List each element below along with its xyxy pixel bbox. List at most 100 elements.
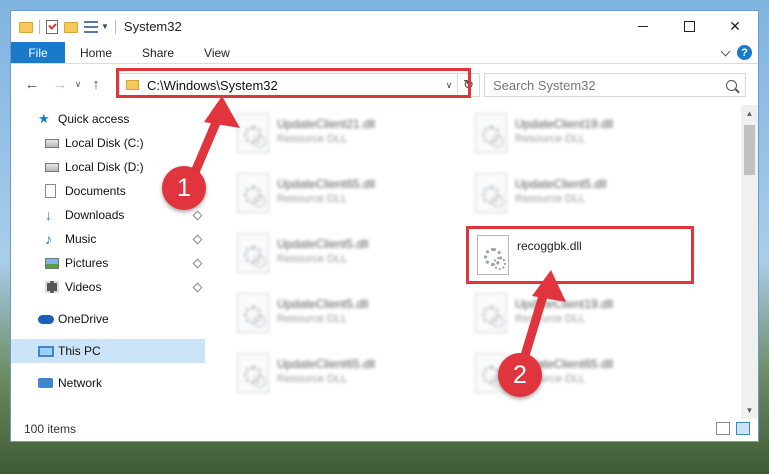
customize-toolbar-dropdown-icon[interactable]: ▼ [101,22,109,31]
tab-file[interactable]: File [11,42,65,63]
file-type: Resource DLL [515,133,586,145]
tab-view[interactable]: View [189,42,245,63]
maximize-button[interactable] [666,11,712,42]
recent-locations-dropdown[interactable]: ∨ [71,79,85,90]
dll-file-icon [237,113,269,153]
back-button[interactable]: ← [21,76,43,93]
close-button[interactable]: ✕ [712,11,758,42]
view-toggles [716,422,750,435]
dll-file-icon [475,293,507,333]
sidebar-item-this-pc[interactable]: This PC [11,339,205,363]
file-item[interactable]: UpdateClient5.dll Resource DLL [227,287,457,345]
step-1-marker: 1 [162,166,206,210]
title-bar: ▼ System32 ✕ [11,11,758,42]
sidebar-item-quick-access[interactable]: ★ Quick access [11,107,205,131]
new-folder-icon[interactable] [64,22,78,33]
folder-icon [19,22,33,33]
quick-access-toolbar: ▼ [11,19,116,34]
expand-ribbon-chevron-icon[interactable] [720,46,731,56]
download-icon: ↓ [45,207,52,223]
help-icon[interactable]: ? [737,45,752,60]
view-options-icon[interactable] [84,20,98,33]
vertical-scrollbar[interactable]: ▲ ▼ [741,105,758,419]
file-item[interactable]: UpdateClient65.dll Resource DLL [227,167,457,225]
music-icon: ♪ [45,231,52,247]
pictures-icon [45,257,59,269]
scroll-up-arrow-icon[interactable]: ▲ [741,105,758,122]
scrollbar-thumb[interactable] [744,125,755,175]
sidebar-item-onedrive[interactable]: OneDrive [11,307,205,331]
sidebar-item-label: Local Disk (C:) [65,136,144,150]
drive-icon [45,139,59,148]
dll-file-icon [237,293,269,333]
file-name: UpdateClient5.dll [277,297,369,311]
details-view-icon[interactable] [716,422,730,435]
sidebar-item-label: Music [65,232,97,246]
file-type: Resource DLL [277,373,348,385]
file-item[interactable]: UpdateClient5.dll Resource DLL [465,167,695,225]
search-icon[interactable] [726,79,737,91]
file-type: Resource DLL [277,133,348,145]
sidebar-item-music[interactable]: ♪ Music [11,227,205,251]
sidebar-item-label: Network [58,376,103,390]
window-title: System32 [123,19,182,34]
file-item[interactable]: UpdateClient19.dll Resource DLL [465,287,695,345]
toolbar-divider [39,19,40,34]
file-type: Resource DLL [277,313,348,325]
tab-home[interactable]: Home [65,42,127,63]
status-bar: 100 items [11,417,758,441]
ribbon-tabs: File Home Share View ? [11,42,758,64]
window-controls: ✕ [620,11,758,42]
ribbon-right-controls: ? [720,45,752,60]
file-name: UpdateClient5.dll [515,177,607,191]
pin-icon[interactable] [192,234,203,244]
sidebar-item-videos[interactable]: Videos [11,275,205,299]
step-2-marker: 2 [498,353,542,397]
dll-file-icon [237,233,269,273]
pin-icon[interactable] [192,282,203,292]
search-input[interactable]: Search System32 [493,78,596,93]
pin-icon[interactable] [192,258,203,268]
file-name: UpdateClient21.dll [277,117,376,131]
drive-icon [45,163,59,172]
search-box[interactable]: Search System32 [484,73,746,97]
pin-icon[interactable] [192,210,203,220]
file-name: UpdateClient19.dll [515,117,614,131]
address-bar-highlight [116,68,471,98]
toolbar-divider [114,19,116,34]
sidebar-item-label: Local Disk (D:) [65,160,144,174]
dll-file-icon [475,113,507,153]
tab-share[interactable]: Share [127,42,189,63]
sidebar-item-label: This PC [58,344,101,358]
file-type: Resource DLL [277,253,348,265]
file-type: Resource DLL [515,313,586,325]
cloud-icon [38,314,54,324]
sidebar-item-network[interactable]: Network [11,371,205,395]
properties-icon[interactable] [46,19,58,34]
file-item[interactable]: UpdateClient65.dll Resource DLL [227,347,457,405]
file-type: Resource DLL [277,193,348,205]
minimize-button[interactable] [620,11,666,42]
sidebar-item-pictures[interactable]: Pictures [11,251,205,275]
file-name: UpdateClient19.dll [515,297,614,311]
file-item[interactable]: UpdateClient21.dll Resource DLL [227,107,457,165]
file-item[interactable]: UpdateClient5.dll Resource DLL [227,227,457,285]
large-icons-view-icon[interactable] [736,422,750,435]
dll-file-icon [475,173,507,213]
computer-icon [38,345,54,357]
documents-icon [45,184,56,198]
sidebar-item-label: Quick access [58,112,130,126]
up-button[interactable]: ↑ [85,76,107,93]
sidebar-item-local-disk-c[interactable]: Local Disk (C:) [11,131,205,155]
sidebar-item-label: Downloads [65,208,125,222]
dll-file-icon [237,173,269,213]
file-name: UpdateClient65.dll [277,357,376,371]
videos-icon [45,281,59,293]
navigation-pane: ★ Quick access Local Disk (C:) Local Dis… [11,105,205,419]
file-item[interactable]: UpdateClient19.dll Resource DLL [465,107,695,165]
item-count: 100 items [24,422,77,436]
dll-file-icon [237,353,269,393]
forward-button[interactable]: → [49,76,71,93]
sidebar-item-label: Pictures [65,256,109,270]
file-highlight [466,226,694,284]
